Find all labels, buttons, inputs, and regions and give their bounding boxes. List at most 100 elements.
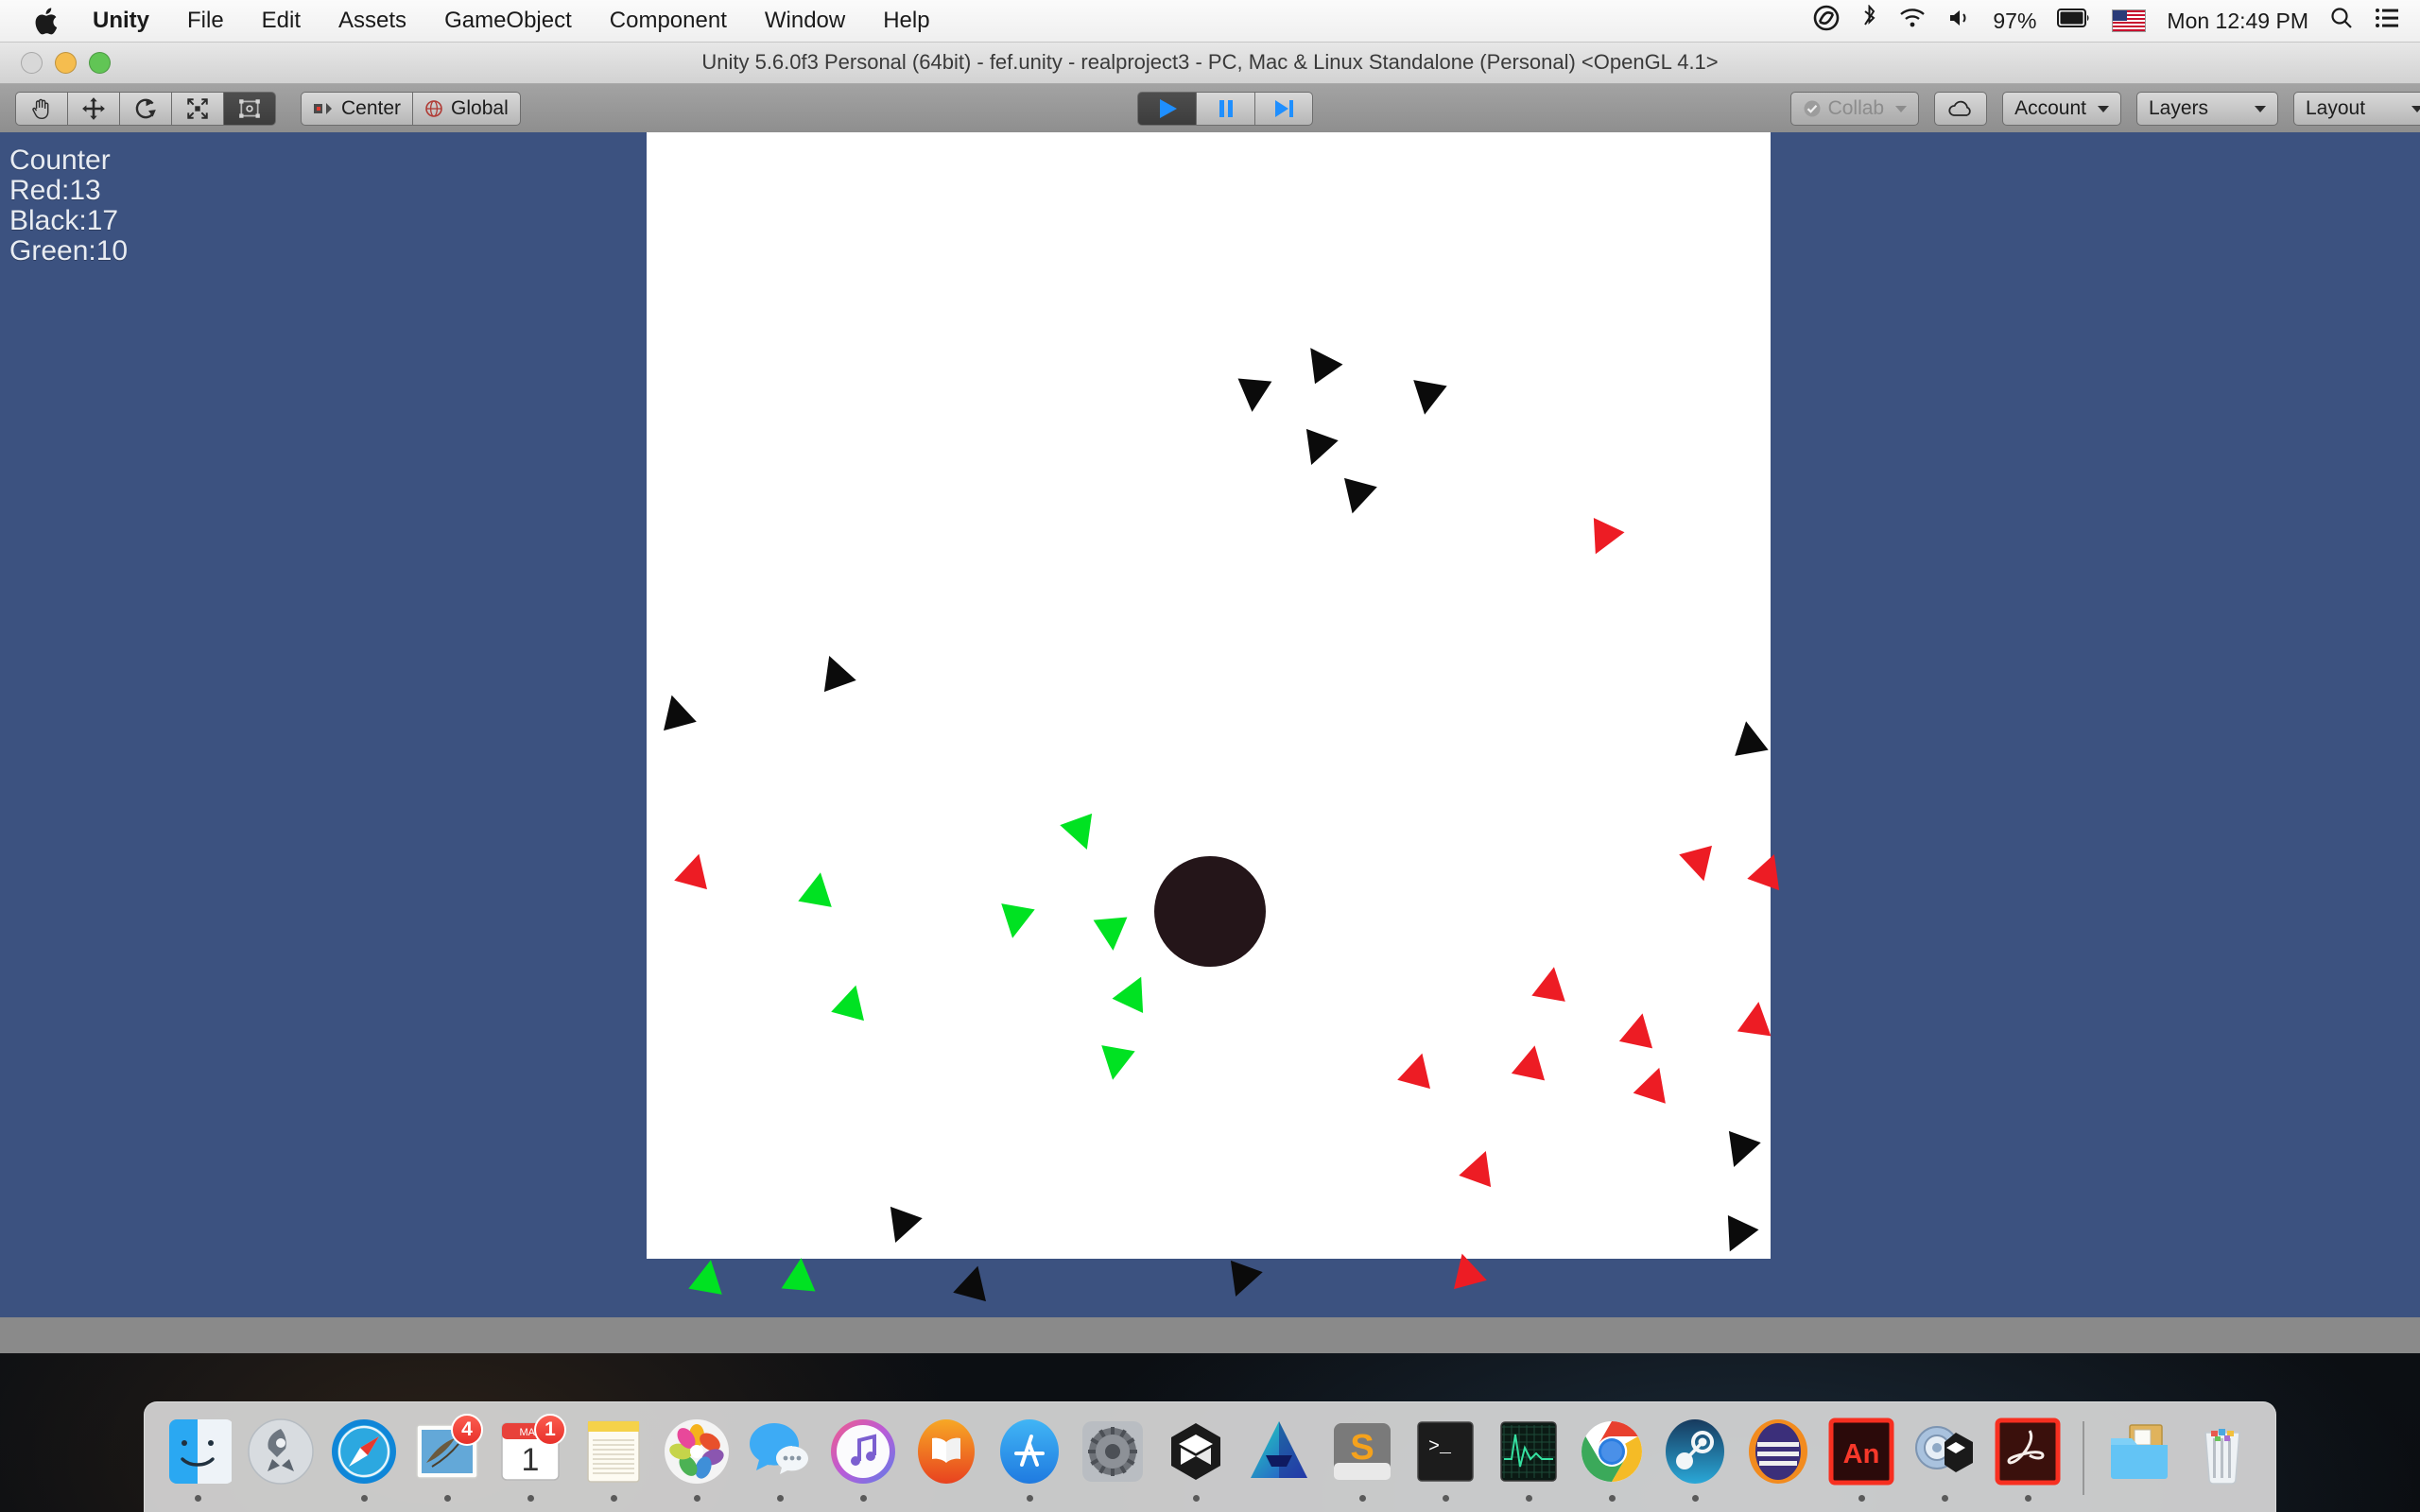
dock-item-system-preferences[interactable] [1075,1414,1150,1512]
toolbar-right-group: Collab Account Layers Layout [1790,92,2420,126]
cloud-sync-icon[interactable] [1812,4,1841,39]
agent-triangle [689,1257,728,1295]
dock-item-unity[interactable] [1158,1414,1234,1512]
menu-item-help[interactable]: Help [864,0,948,42]
pause-button[interactable] [1196,92,1254,126]
dock-item-sublime-text[interactable]: S [1324,1414,1400,1512]
dock-item-launchpad[interactable] [243,1414,319,1512]
us-flag-icon[interactable] [2112,9,2146,32]
dock-running-indicator [361,1495,368,1502]
volume-icon[interactable] [1947,7,1972,36]
agent-triangle [953,1262,994,1301]
layout-label: Layout [2306,97,2365,120]
game-view-render-area[interactable]: Counter Red:13 Black:17 Green:10 [0,132,2420,1353]
minimize-button[interactable] [55,52,77,74]
adobe-acrobat-icon [1994,1418,2062,1486]
dock-badge: 1 [534,1414,566,1446]
eclipse-icon [1744,1418,1812,1486]
dock-item-itunes[interactable] [825,1414,901,1512]
layers-label: Layers [2149,97,2208,120]
agent-triangle [781,1257,818,1292]
dock-running-indicator [1027,1495,1033,1502]
apple-logo-icon[interactable] [23,5,74,37]
menu-item-edit[interactable]: Edit [243,0,320,42]
dock-running-indicator [1193,1495,1200,1502]
dock-item-app-store[interactable] [992,1414,1067,1512]
chevron-down-icon [2098,106,2109,112]
dock-item-ibooks[interactable] [908,1414,984,1512]
battery-icon[interactable] [2057,8,2091,35]
menu-item-unity[interactable]: Unity [74,0,168,42]
wifi-icon[interactable] [1898,7,1927,36]
steam-icon [1661,1418,1729,1486]
close-button[interactable] [21,52,43,74]
agent-triangle [996,903,1035,941]
dock-item-eclipse[interactable] [1740,1414,1816,1512]
adobe-animate-icon: An [1827,1418,1895,1486]
cloud-services-button[interactable] [1934,92,1987,126]
dock-item-messages[interactable] [742,1414,818,1512]
bluetooth-icon[interactable] [1861,5,1877,38]
menu-item-gameobject[interactable]: GameObject [425,0,591,42]
dock-item-steam[interactable] [1657,1414,1733,1512]
dock-item-finder[interactable] [160,1414,235,1512]
safari-icon [330,1418,398,1486]
launchpad-icon [247,1418,315,1486]
step-button[interactable] [1254,92,1313,126]
dock-item-adobe-animate[interactable]: An [1824,1414,1899,1512]
space-mode-button[interactable]: Global [412,92,521,126]
dock-item-affinity-designer[interactable] [1241,1414,1317,1512]
layers-button[interactable]: Layers [2136,92,2278,126]
menu-item-component[interactable]: Component [591,0,746,42]
dock-item-notes[interactable] [576,1414,651,1512]
notification-center-icon[interactable] [2375,8,2399,35]
dock-item-monodevelop[interactable] [1907,1414,1982,1512]
dock-item-trash[interactable] [2185,1414,2260,1512]
dock-running-indicator [1942,1495,1948,1502]
play-button[interactable] [1137,92,1196,126]
dock-item-photos[interactable] [659,1414,735,1512]
menu-item-file[interactable]: File [168,0,243,42]
hand-tool-button[interactable] [15,92,67,126]
pivot-space-group: Center Global [301,92,521,126]
dock-item-adobe-acrobat[interactable] [1990,1414,2066,1512]
cloud-icon [1946,98,1975,119]
agent-triangle [1619,1009,1659,1048]
dock-item-chrome[interactable] [1574,1414,1650,1512]
dock-running-indicator [1526,1495,1532,1502]
dock-item-activity-monitor[interactable] [1491,1414,1566,1512]
dock-running-indicator [1692,1495,1699,1502]
account-label: Account [2014,97,2086,120]
agent-triangle [1097,1045,1135,1083]
menu-item-window[interactable]: Window [746,0,864,42]
rect-tool-button[interactable] [223,92,276,126]
dock-item-safari[interactable] [326,1414,402,1512]
account-button[interactable]: Account [2002,92,2121,126]
move-tool-button[interactable] [67,92,119,126]
dock-item-calendar[interactable]: MAY11 [493,1414,568,1512]
dock-running-indicator [2025,1495,2031,1502]
itunes-icon [829,1418,897,1486]
collab-button[interactable]: Collab [1790,92,1920,126]
rotate-tool-button[interactable] [119,92,171,126]
dock-item-terminal[interactable]: >_ [1408,1414,1483,1512]
dock-item-mail[interactable]: 4 [409,1414,485,1512]
dock-item-documents-folder[interactable] [2101,1414,2177,1512]
menu-bar-clock[interactable]: Mon 12:49 PM [2167,9,2308,34]
unity-status-bar [0,1317,2420,1353]
ibooks-icon [912,1418,980,1486]
layout-button[interactable]: Layout [2293,92,2420,126]
space-mode-label: Global [451,97,509,120]
dock-running-indicator [2220,1495,2226,1502]
scale-tool-button[interactable] [171,92,223,126]
trash-icon [2188,1418,2256,1486]
messages-icon [746,1418,814,1486]
menu-item-assets[interactable]: Assets [320,0,425,42]
photos-icon [663,1418,731,1486]
menu-bar-items: Unity File Edit Assets GameObject Compon… [0,0,949,42]
zoom-button[interactable] [89,52,111,74]
dock-running-indicator [943,1495,950,1502]
spotlight-search-icon[interactable] [2329,6,2354,37]
pivot-mode-button[interactable]: Center [301,92,412,126]
dock-running-indicator [195,1495,201,1502]
